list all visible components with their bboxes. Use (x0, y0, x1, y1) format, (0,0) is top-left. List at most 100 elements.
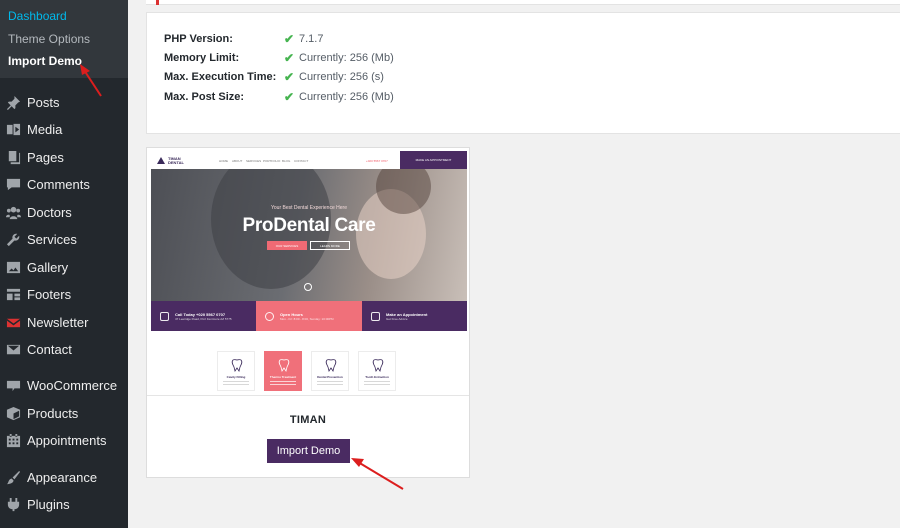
preview-nav-link: SERVICES (246, 159, 262, 163)
info-label: Memory Limit: (164, 52, 240, 64)
sidebar-item-label: Footers (27, 286, 72, 302)
admin-sidebar: Dashboard Theme Options Import Demo Post… (0, 0, 128, 528)
service-label: Tooth Extraction (365, 375, 389, 379)
preview-service-card: Thermo Treatment (264, 351, 302, 391)
sidebar-item-newsletter[interactable]: Newsletter (0, 309, 128, 335)
info-label: Max. Post Size: (164, 91, 245, 103)
calendar-icon (5, 432, 21, 448)
sidebar-item-label: Doctors (27, 204, 72, 220)
info-value: Currently: 256 (s) (299, 71, 384, 83)
sidebar-item-label: Appointments (27, 432, 107, 448)
group-icon (5, 204, 21, 220)
sidebar-item-footers[interactable]: Footers (0, 281, 128, 307)
sidebar-item-label: Newsletter (27, 314, 89, 330)
sidebar-item-services[interactable]: Services (0, 226, 128, 252)
service-text-lines (364, 381, 390, 387)
preview-brand: TIMAN DENTAL (168, 156, 184, 165)
sidebar-item-plugins[interactable]: Plugins (0, 491, 128, 517)
service-text-lines (270, 381, 296, 387)
card-divider (147, 395, 469, 396)
tooth-icon (372, 359, 384, 372)
import-demo-button[interactable]: Import Demo (267, 439, 350, 463)
hero-slider-dot (304, 283, 312, 291)
service-text-lines (223, 381, 249, 387)
sidebar-item-label: Contact (27, 341, 72, 357)
comment-icon (5, 176, 21, 192)
preview-appointment-button: MAKE AN APPOINTMENT (400, 151, 467, 169)
info-label: Max. Execution Time: (164, 71, 277, 83)
pushpin-icon (5, 94, 21, 110)
clock-icon (265, 311, 274, 321)
hero-subtitle: Your Best Dental Experience Here (271, 205, 347, 211)
layout-icon (5, 286, 21, 302)
sidebar-item-gallery[interactable]: Gallery (0, 254, 128, 280)
preview-service-card: Dental Prevention (311, 351, 349, 391)
sidebar-item-label: Appearance (27, 469, 98, 485)
envelope-icon (5, 314, 21, 330)
info-value: Currently: 256 (Mb) (299, 52, 394, 64)
preview-phone: +020 5567 0707 (366, 159, 388, 163)
preview-logo-icon (157, 157, 165, 164)
mail-icon (5, 341, 21, 357)
notice-accent (156, 0, 159, 5)
hero-secondary-button: LEARN MORE (310, 241, 350, 250)
info-row-max-post-size: Max. Post Size: ✔ Currently: 256 (Mb) (164, 89, 394, 105)
sidebar-item-contact[interactable]: Contact (0, 336, 128, 362)
preview-nav-link: ABOUT (232, 159, 243, 163)
preview-navbar: TIMAN DENTAL HOME ABOUT SERVICES PORTFOL… (151, 151, 467, 169)
info-row-php-version: PHP Version: ✔ 7.1.7 (164, 31, 323, 47)
info-label: PHP Version: (164, 33, 233, 45)
submenu: Dashboard Theme Options Import Demo (0, 0, 128, 78)
info-box-sub: 47 Leeridge Road, Port Fenimore AZ 5775 (175, 316, 232, 321)
preview-info-box-appointment: Make an Appointment Get Free Advice (362, 301, 467, 331)
gallery-icon (5, 259, 21, 275)
preview-info-box-hours: Open Hours Mon - Fri: 8:00 - 8:00, Sunday… (256, 301, 362, 331)
sidebar-item-appointments[interactable]: Appointments (0, 427, 128, 453)
sidebar-item-label: Pages (27, 149, 64, 165)
notice-strip (146, 0, 900, 5)
check-icon: ✔ (284, 32, 295, 46)
submenu-item-import-demo[interactable]: Import Demo (8, 54, 82, 68)
sidebar-item-comments[interactable]: Comments (0, 171, 128, 197)
media-icon (5, 121, 21, 137)
preview-hero: Your Best Dental Experience Here ProDent… (151, 169, 467, 301)
sidebar-item-label: Products (27, 405, 79, 421)
info-row-max-execution-time: Max. Execution Time: ✔ Currently: 256 (s… (164, 69, 384, 85)
sidebar-item-media[interactable]: Media (0, 116, 128, 142)
sidebar-item-appearance[interactable]: Appearance (0, 464, 128, 490)
check-icon: ✔ (284, 70, 295, 84)
info-box-sub: Get Free Advice (386, 316, 408, 321)
tooth-icon (278, 359, 290, 372)
tooth-icon (231, 359, 243, 372)
service-label: Dental Prevention (317, 375, 343, 379)
tooth-icon (325, 359, 337, 372)
sidebar-item-woocommerce[interactable]: WooCommerce (0, 372, 128, 398)
demo-name: TIMAN (289, 414, 327, 426)
submenu-item-dashboard[interactable]: Dashboard (8, 9, 67, 23)
hero-title: ProDental Care (242, 215, 376, 236)
demo-preview-image[interactable]: TIMAN DENTAL HOME ABOUT SERVICES PORTFOL… (151, 151, 467, 396)
pages-icon (5, 149, 21, 165)
sidebar-item-pages[interactable]: Pages (0, 144, 128, 170)
hero-primary-button: OUR SERVICES (267, 241, 307, 250)
sidebar-item-label: Gallery (27, 259, 69, 275)
box-icon (5, 405, 21, 421)
sidebar-item-label: Media (27, 121, 63, 137)
plugin-icon (5, 496, 21, 512)
wrench-icon (5, 231, 21, 247)
service-label: Thermo Treatment (269, 375, 297, 379)
preview-service-card: Cavity Filling (217, 351, 255, 391)
submenu-item-theme-options[interactable]: Theme Options (8, 32, 90, 46)
sidebar-item-label: Services (27, 231, 77, 247)
sidebar-item-doctors[interactable]: Doctors (0, 199, 128, 225)
sidebar-item-posts[interactable]: Posts (0, 89, 128, 115)
sidebar-item-label: Posts (27, 94, 60, 110)
info-row-memory-limit: Memory Limit: ✔ Currently: 256 (Mb) (164, 50, 394, 66)
sidebar-item-products[interactable]: Products (0, 400, 128, 426)
preview-nav-link: CONTACT (294, 159, 309, 163)
service-text-lines (317, 381, 343, 387)
preview-nav-link: HOME (219, 159, 228, 163)
service-label: Cavity Filling (226, 375, 246, 379)
info-value: Currently: 256 (Mb) (299, 91, 394, 103)
check-icon: ✔ (284, 51, 295, 65)
